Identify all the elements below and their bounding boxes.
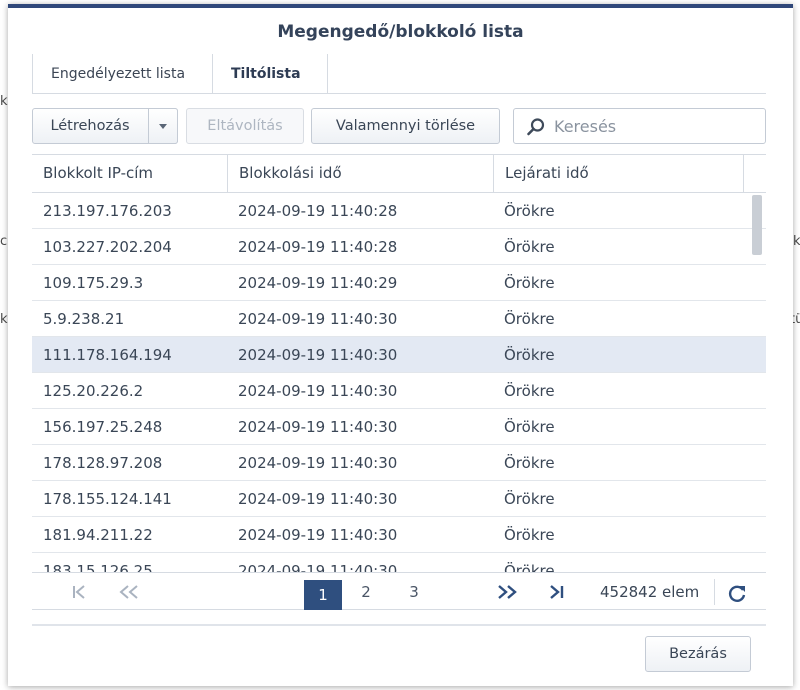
cell-ip: 213.197.176.203 [43,202,172,220]
cell-ip: 5.9.238.21 [43,310,125,328]
cell-expiry: Örökre [504,526,555,544]
table-row[interactable]: 103.227.202.204 2024-09-19 11:40:28 Örökre [32,229,766,265]
background-text: k [0,312,8,327]
background-text: k [0,94,8,109]
next-page-icon[interactable] [492,578,522,606]
table-row[interactable]: 109.175.29.3 2024-09-19 11:40:29 Örökre [32,265,766,301]
cell-expiry: Örökre [504,202,555,220]
column-header-block-time[interactable]: Blokkolási idő [227,155,493,192]
tab-block-list[interactable]: Tiltólista [212,54,328,94]
first-page-icon[interactable] [66,578,94,606]
cell-expiry: Örökre [504,238,555,256]
cell-expiry: Örökre [504,490,555,508]
item-count: 452842 elem [600,583,700,601]
search-icon [527,118,545,136]
table-row[interactable]: 213.197.176.203 2024-09-19 11:40:28 Örökre [32,193,766,229]
cell-expiry: Örökre [504,562,555,572]
cell-ip: 125.20.226.2 [43,382,144,400]
create-dropdown-button[interactable] [148,108,178,144]
cell-expiry: Örökre [504,310,555,328]
table-row[interactable]: 181.94.211.22 2024-09-19 11:40:30 Örökre [32,517,766,553]
cell-ip: 103.227.202.204 [43,238,172,256]
last-page-icon[interactable] [542,578,570,606]
cell-block-time: 2024-09-19 11:40:30 [238,454,398,472]
cell-expiry: Örökre [504,346,555,364]
chevron-down-icon [159,123,167,129]
cell-expiry: Örökre [504,418,555,436]
pagination-bar: 1 2 3 452842 elem [32,572,766,610]
cell-ip: 183.15.126.25 [43,562,153,572]
cell-ip: 178.128.97.208 [43,454,163,472]
column-header-ip[interactable]: Blokkolt IP-cím [32,155,227,192]
column-header-spacer [743,155,766,192]
tab-bar: Engedélyezett lista Tiltólista [32,54,766,94]
cell-ip: 156.197.25.248 [43,418,163,436]
blocked-ip-table: Blokkolt IP-cím Blokkolási idő Lejárati … [32,154,766,572]
search-input[interactable] [554,113,754,139]
page-button-2[interactable]: 2 [352,578,380,606]
tab-allow-list[interactable]: Engedélyezett lista [32,54,212,94]
search-box[interactable] [513,108,766,144]
background-text: k [793,234,800,249]
close-button[interactable]: Bezárás [645,636,751,672]
table-row[interactable]: 156.197.25.248 2024-09-19 11:40:30 Örökre [32,409,766,445]
footer-divider [32,624,766,626]
table-row[interactable]: 178.128.97.208 2024-09-19 11:40:30 Örökre [32,445,766,481]
toolbar: Létrehozás Eltávolítás Valamennyi törlés… [32,108,766,146]
cell-block-time: 2024-09-19 11:40:30 [238,490,398,508]
vertical-scrollbar[interactable] [752,195,762,255]
cell-block-time: 2024-09-19 11:40:28 [238,238,398,256]
clear-all-button-label: Valamennyi törlése [335,118,476,134]
column-header-expiry[interactable]: Lejárati idő [493,155,743,192]
cell-ip: 181.94.211.22 [43,526,153,544]
pager-divider [714,579,715,605]
cell-expiry: Örökre [504,454,555,472]
cell-block-time: 2024-09-19 11:40:29 [238,274,398,292]
table-row[interactable]: 5.9.238.21 2024-09-19 11:40:30 Örökre [32,301,766,337]
dialog-title: Megengedő/blokkoló lista [277,22,524,42]
table-row[interactable]: 125.20.226.2 2024-09-19 11:40:30 Örökre [32,373,766,409]
cell-block-time: 2024-09-19 11:40:28 [238,202,398,220]
page-button-1[interactable]: 1 [304,580,342,610]
background-text: c [0,234,8,249]
close-button-label: Bezárás [669,646,727,662]
remove-button-label: Eltávolítás [207,118,283,134]
cell-expiry: Örökre [504,274,555,292]
create-button-label: Létrehozás [50,118,130,134]
remove-button[interactable]: Eltávolítás [186,108,304,144]
cell-ip: 178.155.124.141 [43,490,172,508]
allow-block-list-dialog: Megengedő/blokkoló lista Engedélyezett l… [8,4,793,686]
cell-block-time: 2024-09-19 11:40:30 [238,310,398,328]
previous-page-icon[interactable] [114,578,144,606]
table-row[interactable]: 111.178.164.194 2024-09-19 11:40:30 Örökre [32,337,766,373]
cell-block-time: 2024-09-19 11:40:30 [238,418,398,436]
table-row[interactable]: 178.155.124.141 2024-09-19 11:40:30 Örökre [32,481,766,517]
table-header: Blokkolt IP-cím Blokkolási idő Lejárati … [32,155,766,193]
cell-block-time: 2024-09-19 11:40:30 [238,382,398,400]
cell-ip: 111.178.164.194 [43,346,172,364]
cell-block-time: 2024-09-19 11:40:30 [238,526,398,544]
clear-all-button[interactable]: Valamennyi törlése [311,108,500,144]
cell-block-time: 2024-09-19 11:40:30 [238,562,398,572]
cell-block-time: 2024-09-19 11:40:30 [238,346,398,364]
page-button-3[interactable]: 3 [400,578,428,606]
cell-ip: 109.175.29.3 [43,274,144,292]
cell-expiry: Örökre [504,382,555,400]
refresh-icon[interactable] [726,582,748,604]
table-row[interactable]: 183.15.126.25 2024-09-19 11:40:30 Örökre [32,553,766,572]
